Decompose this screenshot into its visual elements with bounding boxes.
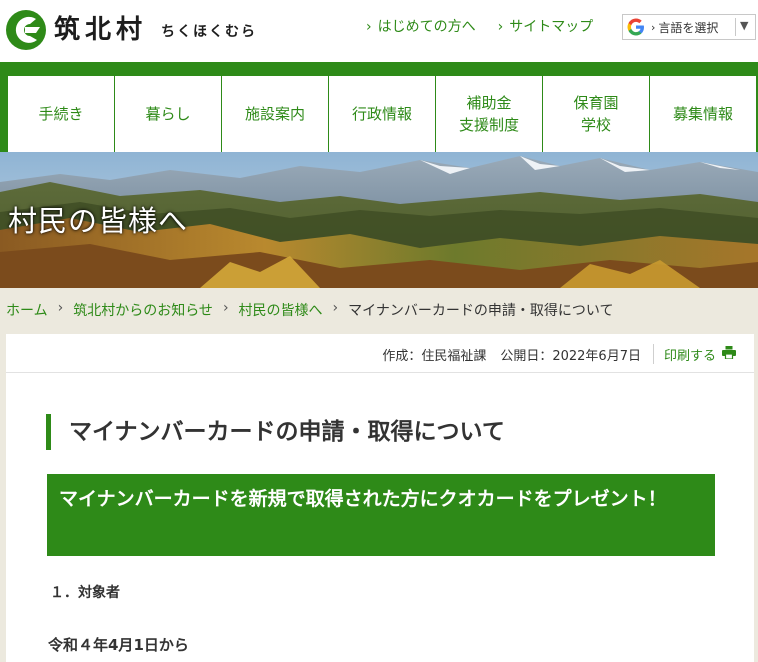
chevron-right-icon: › <box>497 19 504 35</box>
breadcrumb: ホーム › 筑北村からのお知らせ › 村民の皆様へ › マイナンバーカードの申請… <box>6 300 613 320</box>
google-icon <box>627 18 645 36</box>
site-name-kana: ちくほくむら <box>161 24 258 40</box>
print-button-label: 印刷する <box>663 348 716 364</box>
printer-icon <box>722 345 736 363</box>
chevron-right-icon: › <box>366 19 372 35</box>
global-nav: 手続き 暮らし 施設案内 行政情報 補助金 支援制度 保育園 学校 募集情報 <box>0 62 758 152</box>
nav-administration[interactable]: 行政情報 <box>329 76 436 152</box>
chevron-right-icon: › <box>332 300 339 316</box>
breadcrumb-current: マイナンバーカードの申請・取得について <box>348 303 614 319</box>
nav-subsidies[interactable]: 補助金 支援制度 <box>436 76 543 152</box>
language-select-label: 言語を選択 <box>658 20 719 35</box>
divider <box>652 344 654 364</box>
print-button[interactable]: 印刷する <box>664 345 736 364</box>
link-first-visit[interactable]: › はじめての方へ <box>366 16 476 36</box>
chevron-right-icon: › <box>651 20 656 34</box>
site-header: 筑北村 ちくほくむら › はじめての方へ › サイトマップ › 言語を選択 ▼ <box>0 0 758 62</box>
breadcrumb-home[interactable]: ホーム <box>6 300 48 320</box>
page-title: マイナンバーカードの申請・取得について <box>46 414 505 450</box>
breadcrumb-notices[interactable]: 筑北村からのお知らせ <box>73 300 213 320</box>
nav-facilities[interactable]: 施設案内 <box>222 76 329 152</box>
nav-living[interactable]: 暮らし <box>115 76 222 152</box>
hero-banner: 村民の皆様へ <box>0 152 758 288</box>
section-heading: １．対象者 <box>50 585 120 601</box>
site-name: 筑北村 <box>54 15 148 45</box>
nav-schools[interactable]: 保育園 学校 <box>543 76 650 152</box>
article-author: 作成：住民福祉課 <box>382 348 487 364</box>
article-meta: 作成：住民福祉課 公開日：2022年6月7日 印刷する <box>368 344 736 364</box>
chevron-right-icon: › <box>57 300 64 316</box>
link-sitemap[interactable]: › サイトマップ <box>498 16 594 36</box>
chevron-right-icon: › <box>222 300 229 316</box>
hero-title: 村民の皆様へ <box>8 204 189 238</box>
divider <box>735 18 736 36</box>
highlight-banner: マイナンバーカードを新規で取得された方にクオカードをプレゼント！ <box>47 474 715 556</box>
site-logo[interactable]: 筑北村 ちくほくむら <box>6 8 257 52</box>
link-sitemap-label: サイトマップ <box>509 19 594 35</box>
breadcrumb-residents[interactable]: 村民の皆様へ <box>239 300 323 320</box>
triangle-down-icon: ▼ <box>740 19 749 32</box>
article-published-date: 公開日：2022年6月7日 <box>500 348 641 364</box>
link-first-visit-label: はじめての方へ <box>377 19 476 35</box>
header-links: › はじめての方へ › サイトマップ <box>366 16 615 36</box>
language-select[interactable]: › 言語を選択 ▼ <box>622 14 756 40</box>
nav-recruitment[interactable]: 募集情報 <box>650 76 756 152</box>
section-text: 令和４年4月1日から <box>48 636 189 654</box>
article-card: 作成：住民福祉課 公開日：2022年6月7日 印刷する マイナンバーカードの申請… <box>6 334 754 662</box>
nav-procedures[interactable]: 手続き <box>8 76 115 152</box>
divider <box>6 372 754 373</box>
village-emblem-icon <box>6 10 46 50</box>
